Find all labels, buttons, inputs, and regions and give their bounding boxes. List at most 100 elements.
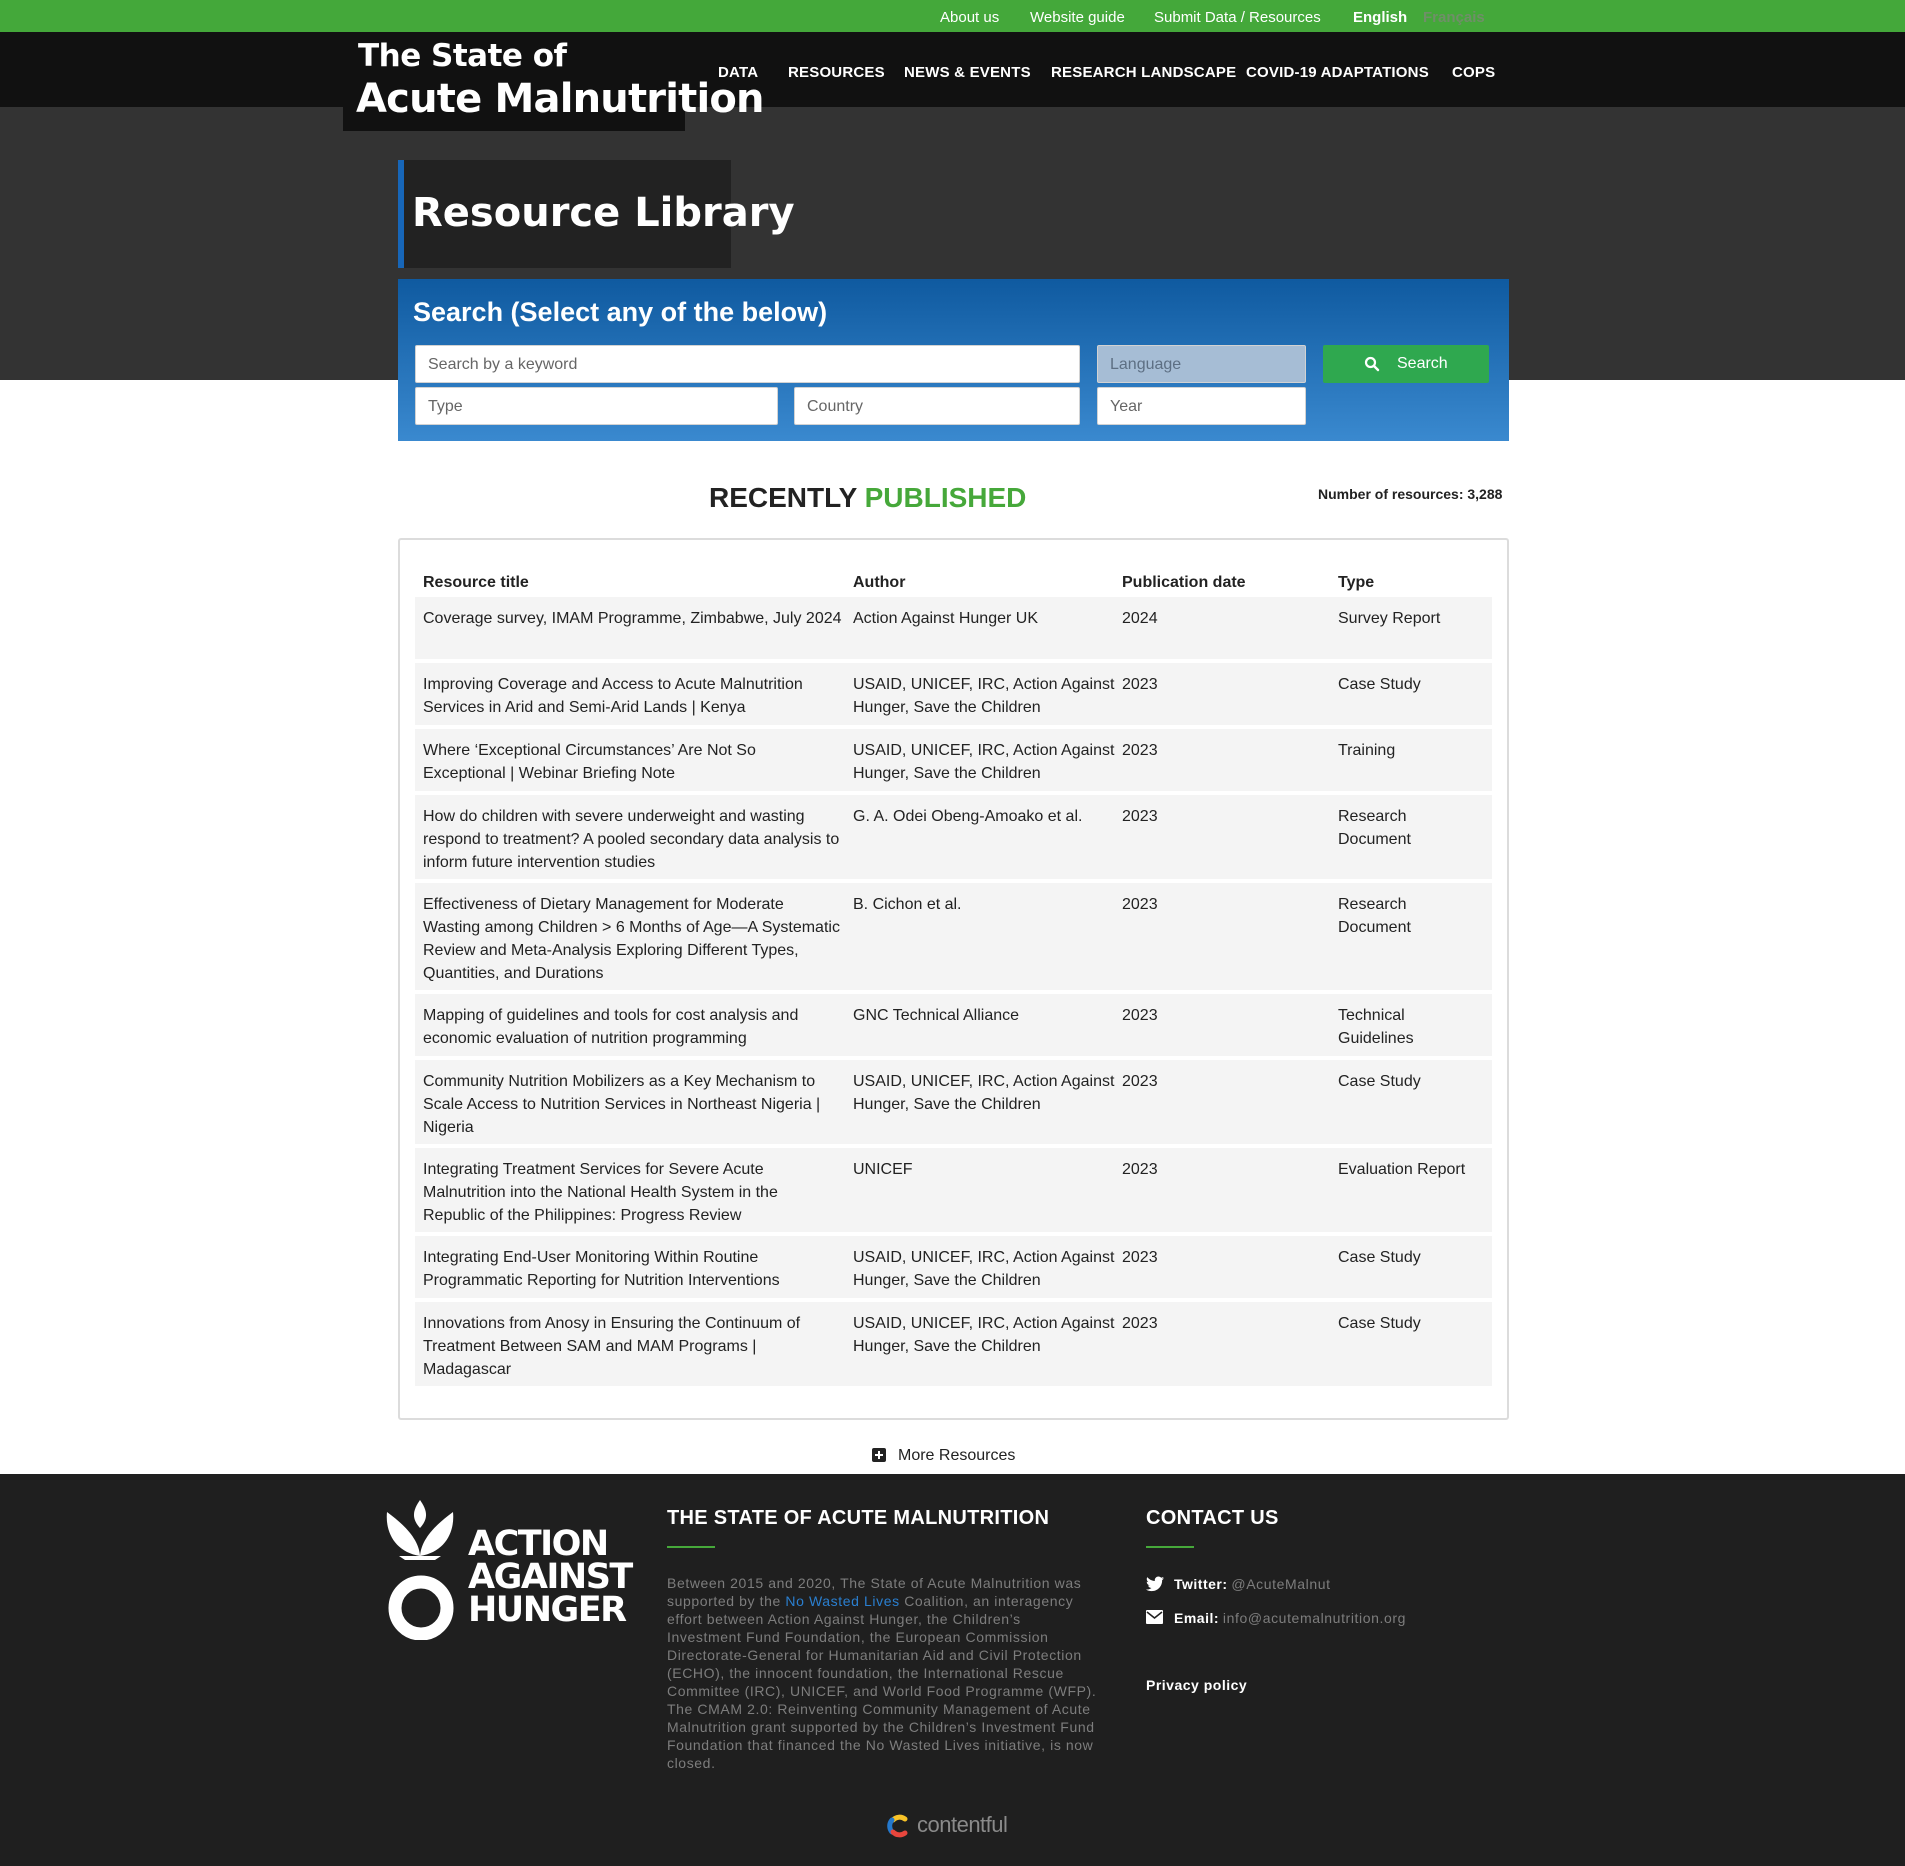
author-cell: USAID, UNICEF, IRC, Action Against Hunge… <box>853 742 1115 782</box>
resource-title-cell[interactable]: Integrating End-User Monitoring Within R… <box>423 1246 843 1292</box>
type-cell: Technical Guidelines <box>1338 1007 1414 1047</box>
privacy-policy-link[interactable]: Privacy policy <box>1146 1677 1247 1693</box>
more-resources-label: More Resources <box>898 1447 1016 1464</box>
footer-about-text: Between 2015 and 2020, The State of Acut… <box>667 1574 1097 1772</box>
year-select[interactable]: Year <box>1097 387 1306 425</box>
logo-line-2: Acute Malnutrition <box>356 76 765 122</box>
twitter-icon <box>1146 1576 1164 1592</box>
header-resource-title: Resource title <box>423 574 529 591</box>
header-publication-date: Publication date <box>1122 574 1246 591</box>
date-cell: 2023 <box>1122 742 1158 759</box>
type-cell: Case Study <box>1338 1249 1421 1266</box>
wordmark-line-3: HUNGER <box>468 1590 627 1630</box>
keyword-search-input[interactable]: Search by a keyword <box>415 345 1080 383</box>
plus-square-icon <box>872 1448 886 1462</box>
type-cell: Case Study <box>1338 1073 1421 1090</box>
resources-table: Resource title Author Publication date T… <box>398 538 1509 1420</box>
recently-word: RECENTLY <box>709 482 857 513</box>
action-against-hunger-wordmark: ACTION AGAINST HUNGER <box>468 1527 633 1630</box>
website-guide-link[interactable]: Website guide <box>1030 9 1125 26</box>
about-link[interactable]: About us <box>940 9 999 26</box>
author-cell: USAID, UNICEF, IRC, Action Against Hunge… <box>853 1073 1115 1113</box>
resource-title-cell[interactable]: How do children with severe underweight … <box>423 805 843 874</box>
table-row[interactable]: Integrating Treatment Services for Sever… <box>415 1148 1492 1232</box>
resource-count: Number of resources: 3,288 <box>1318 486 1503 502</box>
author-cell: UNICEF <box>853 1161 913 1178</box>
search-button-label: Search <box>1397 355 1448 372</box>
site-logo[interactable]: The State of Acute Malnutrition <box>343 32 765 131</box>
resource-title-cell[interactable]: Effectiveness of Dietary Management for … <box>423 893 843 985</box>
logo-line-1: The State of <box>358 38 567 74</box>
language-french-link[interactable]: Français <box>1423 9 1485 26</box>
footer-contact-heading: CONTACT US <box>1146 1507 1279 1529</box>
footer-contact-rule <box>1146 1546 1194 1548</box>
date-cell: 2023 <box>1122 676 1158 693</box>
resource-title-cell[interactable]: Where ‘Exceptional Circumstances’ Are No… <box>423 739 843 785</box>
footer-about-rule <box>667 1546 715 1548</box>
language-select[interactable]: Language <box>1097 345 1306 383</box>
resource-title-cell[interactable]: Innovations from Anosy in Ensuring the C… <box>423 1312 843 1381</box>
author-cell: USAID, UNICEF, IRC, Action Against Hunge… <box>853 676 1115 716</box>
contentful-logo-icon[interactable] <box>884 1811 914 1841</box>
contentful-wordmark: contentful <box>917 1812 1008 1837</box>
header-type: Type <box>1338 574 1375 591</box>
twitter-handle[interactable]: @AcuteMalnut <box>1231 1576 1330 1592</box>
table-row[interactable]: Community Nutrition Mobilizers as a Key … <box>415 1060 1492 1144</box>
author-cell: Action Against Hunger UK <box>853 610 1038 627</box>
type-cell: Case Study <box>1338 1315 1421 1332</box>
nav-research-landscape[interactable]: RESEARCH LANDSCAPE <box>1051 64 1236 81</box>
date-cell: 2023 <box>1122 1073 1158 1090</box>
footer-about-heading: THE STATE OF ACUTE MALNUTRITION <box>667 1507 1050 1529</box>
table-row[interactable]: Improving Coverage and Access to Acute M… <box>415 663 1492 725</box>
envelope-icon <box>1146 1610 1163 1624</box>
type-cell: Case Study <box>1338 676 1421 693</box>
author-cell: USAID, UNICEF, IRC, Action Against Hunge… <box>853 1315 1115 1355</box>
nav-news-events[interactable]: NEWS & EVENTS <box>904 64 1031 81</box>
top-utility-bar: About us Website guide Submit Data / Res… <box>0 0 1905 32</box>
table-row[interactable]: Effectiveness of Dietary Management for … <box>415 883 1492 990</box>
type-select[interactable]: Type <box>415 387 778 425</box>
nav-resources[interactable]: RESOURCES <box>788 64 885 81</box>
author-cell: USAID, UNICEF, IRC, Action Against Hunge… <box>853 1249 1115 1289</box>
resource-title-cell[interactable]: Integrating Treatment Services for Sever… <box>423 1158 843 1227</box>
table-row[interactable]: Mapping of guidelines and tools for cost… <box>415 994 1492 1056</box>
resource-title-cell[interactable]: Community Nutrition Mobilizers as a Key … <box>423 1070 843 1139</box>
table-row[interactable]: Integrating End-User Monitoring Within R… <box>415 1236 1492 1298</box>
resource-title-cell[interactable]: Coverage survey, IMAM Programme, Zimbabw… <box>423 607 843 630</box>
submit-data-link[interactable]: Submit Data / Resources <box>1154 9 1321 26</box>
nav-covid-adaptations[interactable]: COVID-19 ADAPTATIONS <box>1246 64 1429 81</box>
date-cell: 2023 <box>1122 1315 1158 1332</box>
header-author: Author <box>853 574 906 591</box>
search-heading: Search (Select any of the below) <box>413 297 828 327</box>
recently-published-heading: RECENTLY PUBLISHED <box>709 482 1026 514</box>
author-cell: G. A. Odei Obeng-Amoako et al. <box>853 808 1083 825</box>
type-cell: Research Document <box>1338 896 1411 936</box>
date-cell: 2023 <box>1122 896 1158 913</box>
type-cell: Training <box>1338 742 1396 759</box>
search-panel: Search (Select any of the below) Search … <box>398 279 1509 441</box>
type-cell: Evaluation Report <box>1338 1161 1466 1178</box>
email-address[interactable]: info@acutemalnutrition.org <box>1223 1610 1406 1626</box>
table-row[interactable]: Where ‘Exceptional Circumstances’ Are No… <box>415 729 1492 791</box>
date-cell: 2023 <box>1122 1007 1158 1024</box>
twitter-label: Twitter: <box>1174 1576 1228 1592</box>
resource-title-cell[interactable]: Mapping of guidelines and tools for cost… <box>423 1004 843 1050</box>
email-label: Email: <box>1174 1610 1220 1626</box>
published-word: PUBLISHED <box>864 482 1027 513</box>
table-row[interactable]: Innovations from Anosy in Ensuring the C… <box>415 1302 1492 1386</box>
date-cell: 2023 <box>1122 1249 1158 1266</box>
table-row[interactable]: How do children with severe underweight … <box>415 795 1492 879</box>
search-button[interactable]: Search <box>1323 345 1489 383</box>
language-english-link[interactable]: English <box>1353 9 1407 26</box>
date-cell: 2023 <box>1122 1161 1158 1178</box>
author-cell: B. Cichon et al. <box>853 896 962 913</box>
country-select[interactable]: Country <box>794 387 1080 425</box>
type-cell: Survey Report <box>1338 610 1441 627</box>
page-title-box: Resource Library <box>398 160 795 268</box>
no-wasted-lives-link[interactable]: No Wasted Lives <box>785 1593 899 1609</box>
date-cell: 2023 <box>1122 808 1158 825</box>
nav-cops[interactable]: COPS <box>1452 64 1495 81</box>
resource-title-cell[interactable]: Improving Coverage and Access to Acute M… <box>423 673 843 719</box>
table-row[interactable]: Coverage survey, IMAM Programme, Zimbabw… <box>415 597 1492 659</box>
about-text-part-2: Coalition, an interagency effort between… <box>667 1593 1097 1771</box>
